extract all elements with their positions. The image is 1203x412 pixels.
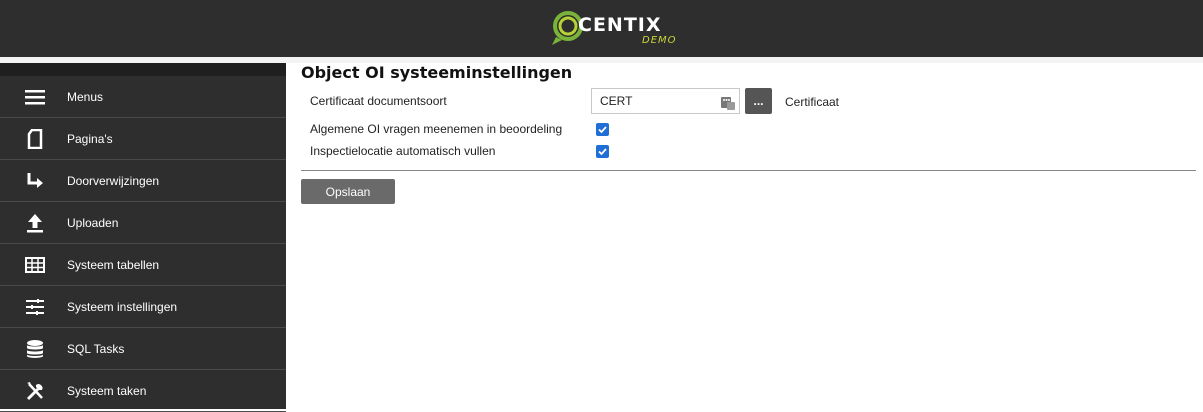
tools-icon — [24, 381, 46, 401]
upload-icon — [24, 213, 46, 233]
form-divider — [301, 170, 1196, 171]
checkmark-icon — [598, 126, 607, 134]
inspectie-label: Inspectielocatie automatisch vullen — [310, 144, 496, 158]
sidebar-item-label: Systeem taken — [67, 383, 147, 398]
sidebar-item-label: Systeem tabellen — [67, 257, 160, 272]
sidebar-item-label: SQL Tasks — [67, 341, 125, 356]
sidebar-item-label: Systeem instellingen — [67, 299, 178, 314]
sidebar-item-systeem-taken[interactable]: Systeem taken — [0, 370, 286, 412]
sidebar-item-doorverwijzingen[interactable]: Doorverwijzingen — [0, 160, 286, 202]
logo-text: CENTIX — [578, 14, 662, 36]
lookup-icon[interactable] — [721, 94, 735, 110]
sidebar-item-menus[interactable]: Menus — [0, 76, 286, 118]
sidebar-item-uploaden[interactable]: Uploaden — [0, 202, 286, 244]
page-icon — [24, 129, 46, 149]
sidebar-header — [0, 63, 286, 76]
cert-doc-description: Certificaat — [785, 95, 840, 109]
page-title: Object OI systeeminstellingen — [301, 63, 573, 82]
main-content: Object OI systeeminstellingen Certificaa… — [301, 63, 1197, 204]
inspectie-checkbox[interactable] — [596, 145, 609, 158]
cert-doc-value: CERT — [600, 94, 633, 108]
sliders-icon — [24, 297, 46, 317]
save-button[interactable]: Opslaan — [301, 179, 395, 204]
centix-logo[interactable]: CENTIX DEMO — [548, 9, 678, 49]
algemene-label: Algemene OI vragen meenemen in beoordeli… — [310, 122, 563, 136]
top-header: CENTIX DEMO — [0, 0, 1203, 57]
sidebar-item-label: Doorverwijzingen — [67, 173, 160, 188]
sidebar-item-paginas[interactable]: Pagina's — [0, 118, 286, 160]
cert-doc-label: Certificaat documentsoort — [310, 94, 447, 108]
sidebar-item-systeem-tabellen[interactable]: Systeem tabellen — [0, 244, 286, 286]
logo-subtext: DEMO — [642, 35, 677, 46]
sidebar-item-sql-tasks[interactable]: SQL Tasks — [0, 328, 286, 370]
algemene-row: Algemene OI vragen meenemen in beoordeli… — [301, 118, 1197, 138]
table-icon — [24, 255, 46, 275]
sidebar: Menus Pagina's Doorverwijzingen Uploaden… — [0, 63, 286, 412]
sidebar-item-label: Menus — [67, 89, 104, 104]
algemene-checkbox[interactable] — [596, 123, 609, 136]
database-icon — [24, 339, 46, 359]
hamburger-icon — [24, 87, 46, 107]
inspectie-row: Inspectielocatie automatisch vullen — [301, 140, 1197, 160]
checkmark-icon — [598, 148, 607, 156]
cert-doc-input[interactable]: CERT — [591, 88, 740, 114]
sidebar-item-systeem-instellingen[interactable]: Systeem instellingen — [0, 286, 286, 328]
sidebar-item-label: Pagina's — [67, 131, 113, 146]
sidebar-item-label: Uploaden — [67, 215, 119, 230]
redirect-arrow-icon — [24, 171, 46, 191]
cert-doc-lookup-button[interactable]: ... — [745, 88, 772, 114]
